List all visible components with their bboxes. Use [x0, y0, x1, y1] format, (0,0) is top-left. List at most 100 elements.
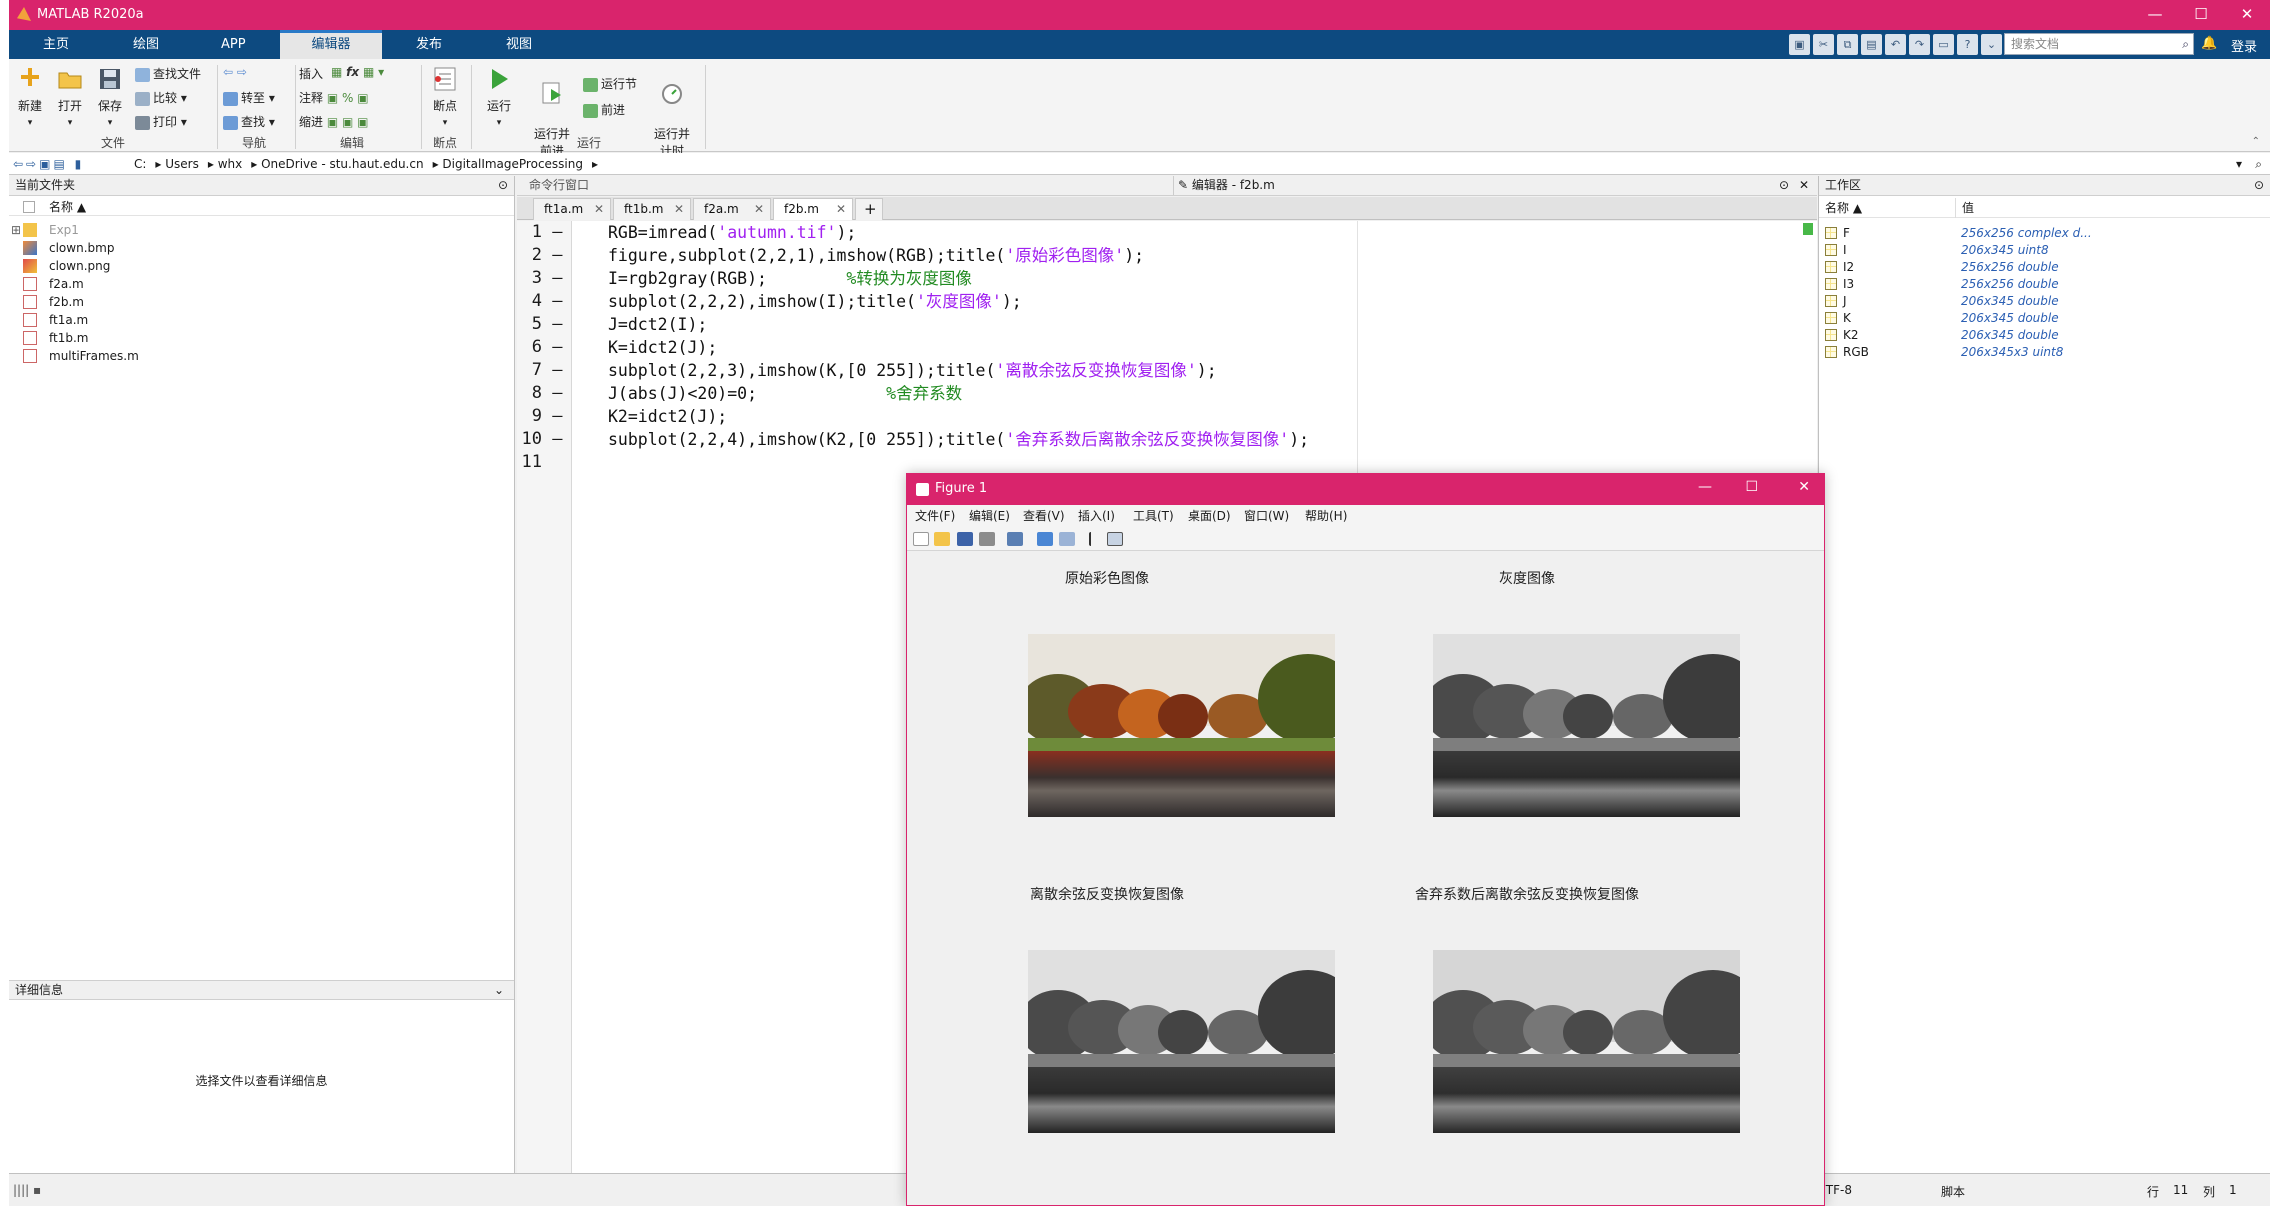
panel-menu-icon[interactable]: ⊙	[498, 176, 508, 195]
run-section-button[interactable]: 运行节	[583, 75, 637, 92]
open-icon[interactable]	[934, 532, 950, 546]
tab-f2a[interactable]: f2a.m ✕	[693, 198, 771, 220]
figure-minimize-button[interactable]: —	[1698, 479, 1712, 495]
list-item[interactable]: clown.png	[9, 257, 514, 275]
cut-icon[interactable]: ✂	[1813, 34, 1834, 55]
figure-menu-window[interactable]: 窗口(W)	[1244, 505, 1289, 527]
tab-view[interactable]: 视图	[502, 30, 536, 59]
run-time-button[interactable]: 运行并 计时	[649, 65, 695, 159]
insert-icons[interactable]: ▦ fx ▦ ▾	[331, 65, 384, 79]
crumb-whx[interactable]: whx	[218, 157, 243, 171]
tab-home[interactable]: 主页	[39, 30, 73, 59]
save-icon[interactable]	[957, 532, 973, 546]
address-search-icon[interactable]: ⌕	[2255, 153, 2262, 175]
tab-ft1a[interactable]: ft1a.m ✕	[533, 198, 611, 220]
undo-icon[interactable]: ↶	[1885, 34, 1906, 55]
figure-menu-help[interactable]: 帮助(H)	[1305, 505, 1347, 527]
maximize-button[interactable]: ☐	[2178, 0, 2224, 30]
minimize-button[interactable]: —	[2132, 0, 2178, 30]
tab-ft1b[interactable]: ft1b.m ✕	[613, 198, 691, 220]
workspace-var[interactable]: K2 206x345 double	[1819, 327, 2270, 344]
expand-icon[interactable]: ⌄	[1981, 34, 2002, 55]
workspace-var[interactable]: J 206x345 double	[1819, 293, 2270, 310]
list-item[interactable]: f2a.m	[9, 275, 514, 293]
close-button[interactable]: ✕	[2224, 0, 2270, 30]
save-button[interactable]: 保存 ▾	[93, 65, 127, 128]
tab-f2b[interactable]: f2b.m ✕	[773, 198, 853, 220]
column-name-header[interactable]: 名称 ▲	[9, 198, 514, 216]
workspace-var[interactable]: K 206x345 double	[1819, 310, 2270, 327]
open-button[interactable]: 打开 ▾	[53, 65, 87, 128]
address-bar[interactable]: ⇦⇨▣▤ ▮ C: ▸ Users ▸ whx ▸ OneDrive - stu.ha…	[9, 153, 2270, 175]
list-item[interactable]: clown.bmp	[9, 239, 514, 257]
list-item[interactable]: ft1b.m	[9, 329, 514, 347]
crumb-users[interactable]: Users	[165, 157, 199, 171]
figure-menu-desktop[interactable]: 桌面(D)	[1188, 505, 1231, 527]
insert-legend-icon[interactable]	[1059, 532, 1075, 546]
notification-icon[interactable]: 🔔	[2201, 36, 2217, 51]
editor-close-icon[interactable]: ✕	[1799, 176, 1809, 195]
editor-menu-icon[interactable]: ⊙	[1779, 176, 1789, 195]
tab-apps[interactable]: APP	[217, 30, 250, 59]
panel-menu-icon[interactable]: ⊙	[2254, 176, 2264, 195]
figure-menu-view[interactable]: 查看(V)	[1023, 505, 1065, 527]
add-tab-button[interactable]: +	[855, 198, 883, 220]
help-icon[interactable]: ?	[1957, 34, 1978, 55]
crumb-digitalimageprocessing[interactable]: DigitalImageProcessing	[442, 157, 583, 171]
workspace-var[interactable]: RGB 206x345x3 uint8	[1819, 344, 2270, 361]
tab-publish[interactable]: 发布	[412, 30, 446, 59]
collapse-ribbon-icon[interactable]: ⌃	[2252, 136, 2260, 147]
compare-button[interactable]: 比较 ▾	[135, 89, 187, 106]
comment-button[interactable]: 注释 ▣ % ▣	[299, 89, 369, 106]
print-button[interactable]: 打印 ▾	[135, 113, 187, 130]
property-inspector-icon[interactable]	[1107, 532, 1123, 546]
workspace-var[interactable]: I3 256x256 double	[1819, 276, 2270, 293]
redo-icon[interactable]: ↷	[1909, 34, 1930, 55]
crumb-onedrive[interactable]: OneDrive - stu.haut.edu.cn	[261, 157, 423, 171]
figure-menu-insert[interactable]: 插入(I)	[1078, 505, 1115, 527]
column-value-header[interactable]: 值	[1955, 198, 1974, 218]
workspace-var[interactable]: I 206x345 uint8	[1819, 242, 2270, 259]
print-icon[interactable]	[979, 532, 995, 546]
crumb-c[interactable]: C:	[134, 157, 146, 171]
list-item[interactable]: ⊞ Exp1	[9, 221, 514, 239]
address-dropdown-icon[interactable]: ▾	[2236, 153, 2242, 175]
breakpoints-button[interactable]: 断点 ▾	[427, 65, 463, 128]
figure-window[interactable]: Figure 1 — ☐ ✕ 文件(F) 编辑(E) 查看(V) 插入(I) 工…	[906, 473, 1825, 1206]
analyzer-status-icon[interactable]	[1803, 223, 1813, 235]
switch-windows-icon[interactable]: ▭	[1933, 34, 1954, 55]
search-input[interactable]: 搜索文档 ⌕	[2004, 33, 2194, 55]
paste-icon[interactable]: ▤	[1861, 34, 1882, 55]
find-files-button[interactable]: 查找文件	[135, 65, 201, 82]
login-button[interactable]: 登录	[2231, 36, 2257, 55]
figure-menu-edit[interactable]: 编辑(E)	[969, 505, 1010, 527]
list-item[interactable]: f2b.m	[9, 293, 514, 311]
list-item[interactable]: ft1a.m	[9, 311, 514, 329]
figure-menu-file[interactable]: 文件(F)	[915, 505, 955, 527]
figure-menu-tools[interactable]: 工具(T)	[1133, 505, 1174, 527]
insert-button[interactable]: 插入	[299, 65, 323, 82]
back-forward-arrows[interactable]: ⇦ ⇨	[223, 65, 247, 79]
copy-icon[interactable]: ⧉	[1837, 34, 1858, 55]
tab-plots[interactable]: 绘图	[129, 30, 163, 59]
new-button[interactable]: 新建 ▾	[13, 65, 47, 128]
figure-close-button[interactable]: ✕	[1798, 479, 1810, 495]
link-plot-icon[interactable]	[1007, 532, 1023, 546]
advance-button[interactable]: 前进	[583, 101, 625, 118]
workspace-var[interactable]: I2 256x256 double	[1819, 259, 2270, 276]
workspace-var[interactable]: F 256x256 complex d...	[1819, 225, 2270, 242]
new-figure-icon[interactable]	[913, 532, 929, 546]
insert-colorbar-icon[interactable]	[1037, 532, 1053, 546]
run-button[interactable]: 运行 ▾	[479, 65, 519, 128]
details-header[interactable]: 详细信息 ⌄	[9, 980, 514, 1000]
indent-button[interactable]: 缩进 ▣ ▣ ▣	[299, 113, 369, 130]
pointer-icon[interactable]	[1089, 532, 1097, 546]
save-icon[interactable]: ▣	[1789, 34, 1810, 55]
find-button[interactable]: 查找 ▾	[223, 113, 275, 130]
figure-title-bar[interactable]: Figure 1 — ☐ ✕	[907, 474, 1824, 505]
column-name-header[interactable]: 名称 ▲	[1825, 198, 1862, 218]
goto-button[interactable]: 转至 ▾	[223, 89, 275, 106]
list-item[interactable]: multiFrames.m	[9, 347, 514, 365]
figure-maximize-button[interactable]: ☐	[1745, 479, 1758, 495]
tab-editor[interactable]: 编辑器	[280, 30, 382, 59]
